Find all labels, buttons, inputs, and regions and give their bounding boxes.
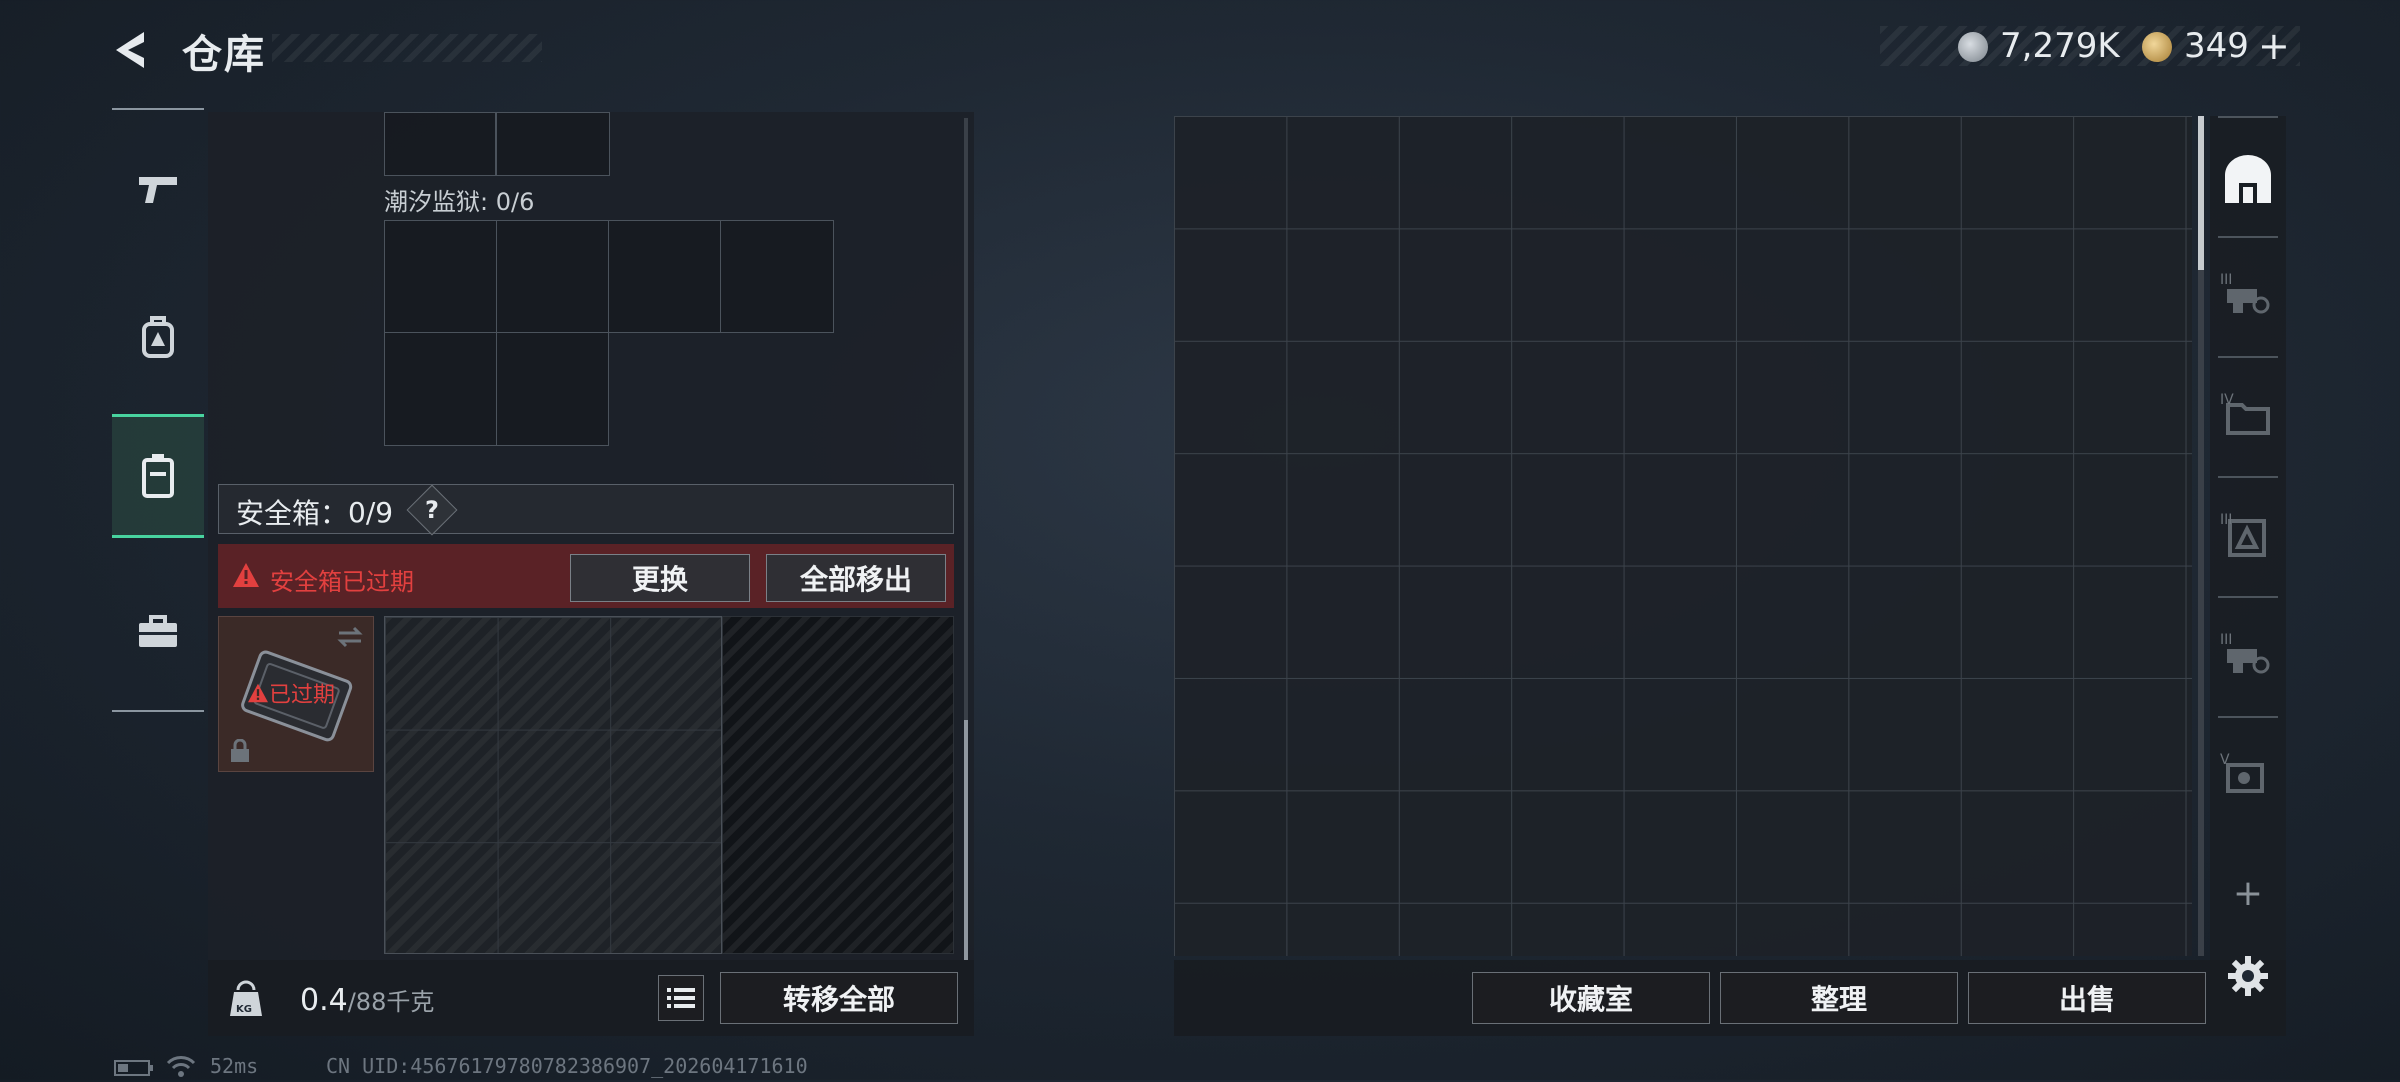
safe-box-colon: ： [320, 497, 349, 530]
tab-divider [2218, 236, 2278, 238]
silver-coin-amount: 7,279K [2000, 26, 2120, 66]
grid-slot[interactable] [496, 112, 610, 176]
sell-button[interactable]: 出售 [1968, 972, 2206, 1024]
back-arrow-icon[interactable] [110, 28, 154, 72]
container-slot[interactable] [608, 220, 721, 333]
tab-storage-5-level: III [2220, 632, 2233, 648]
move-all-out-button[interactable]: 全部移出 [766, 554, 946, 602]
tab-divider [2218, 476, 2278, 478]
safe-box-locked-slots [722, 616, 954, 954]
replace-button[interactable]: 更换 [570, 554, 750, 602]
storage-grid-panel [1174, 116, 2192, 956]
weight-current: 0.4 [300, 983, 348, 1018]
tab-divider [2218, 116, 2278, 118]
settings-gear-icon[interactable] [2226, 954, 2270, 1002]
pistol-icon [139, 177, 177, 203]
grid-slot[interactable] [384, 112, 496, 176]
tab-vault[interactable] [2210, 124, 2286, 234]
weight-max: /88千克 [347, 988, 435, 1016]
weight-icon [228, 980, 264, 1022]
tab-storage-3-level: IV [2220, 392, 2234, 408]
tab-storage-4[interactable]: III [2210, 482, 2286, 592]
safe-box-slots[interactable] [384, 616, 722, 954]
tab-storage-2[interactable]: III [2210, 242, 2286, 352]
uid-text: CN UID:45676179780782386907_202604171610 [326, 1054, 808, 1078]
transfer-all-button[interactable]: 转移全部 [720, 972, 958, 1024]
wifi-icon [166, 1054, 196, 1082]
container-slot[interactable] [384, 220, 497, 333]
card-expired-text: 已过期 [269, 683, 336, 708]
safe-box-label: 安全箱 [236, 497, 321, 530]
safe-box-count: 0/9 [348, 495, 394, 529]
tab-storage-4-level: III [2220, 512, 2233, 528]
card-expired-label: 已过期 [247, 677, 335, 709]
tab-divider [2218, 596, 2278, 598]
tab-storage-3[interactable]: IV [2210, 362, 2286, 472]
safe-box-item-card[interactable]: 已过期 [218, 616, 374, 772]
gold-coin-icon [2142, 32, 2172, 62]
nav-item-backpack[interactable] [112, 278, 204, 396]
tab-divider [2218, 716, 2278, 718]
list-icon [667, 988, 695, 1008]
lock-icon [231, 739, 249, 762]
nav-divider-top [112, 108, 204, 110]
tab-divider [2218, 356, 2278, 358]
nav-item-vest[interactable] [112, 414, 204, 538]
help-icon[interactable]: ? [414, 492, 450, 528]
weight-readout: 0.4 /88千克 [300, 982, 434, 1018]
inventory-scrollbar-thumb[interactable] [964, 720, 968, 960]
list-view-button[interactable] [658, 975, 704, 1021]
silver-coin-icon [1958, 32, 1988, 62]
tab-storage-2-level: III [2220, 272, 2233, 288]
battery-icon [114, 1060, 154, 1080]
vault-icon [2225, 155, 2271, 203]
backpack-icon [142, 316, 174, 358]
gear-parts-icon [2226, 763, 2264, 793]
vest-icon [142, 454, 174, 498]
swap-icon[interactable] [335, 625, 365, 649]
weight-icon-label: KG [236, 1004, 252, 1015]
ping-text: 52ms [210, 1054, 259, 1078]
warning-icon [248, 683, 268, 703]
container-slot[interactable] [720, 220, 834, 333]
storage-scrollbar-thumb[interactable] [2198, 116, 2204, 270]
add-currency-button[interactable]: + [2258, 24, 2290, 68]
container-label: 潮汐监狱: 0/6 [384, 188, 535, 216]
nav-item-toolbox[interactable] [112, 572, 204, 690]
container-slot[interactable] [496, 332, 609, 446]
safe-box-title: 安全箱： 0/9 [236, 492, 393, 532]
sort-button[interactable]: 整理 [1720, 972, 1958, 1024]
page-title: 仓库 [182, 32, 266, 78]
add-tab-button[interactable]: + [2230, 876, 2266, 912]
nav-item-weapons[interactable] [112, 130, 204, 248]
title-decoration [272, 34, 542, 62]
toolbox-icon [139, 615, 177, 647]
storage-grid[interactable] [1174, 116, 2192, 956]
gold-coin-amount: 349 [2184, 26, 2249, 66]
tab-storage-6[interactable]: V [2210, 722, 2286, 832]
nav-divider-bottom [112, 710, 204, 712]
warning-icon [232, 562, 260, 592]
expired-text: 安全箱已过期 [270, 568, 414, 596]
container-slot[interactable] [384, 332, 497, 446]
tab-storage-6-level: V [2220, 752, 2230, 768]
container-slot[interactable] [496, 220, 609, 333]
collection-room-button[interactable]: 收藏室 [1472, 972, 1710, 1024]
tab-storage-5[interactable]: III [2210, 602, 2286, 712]
